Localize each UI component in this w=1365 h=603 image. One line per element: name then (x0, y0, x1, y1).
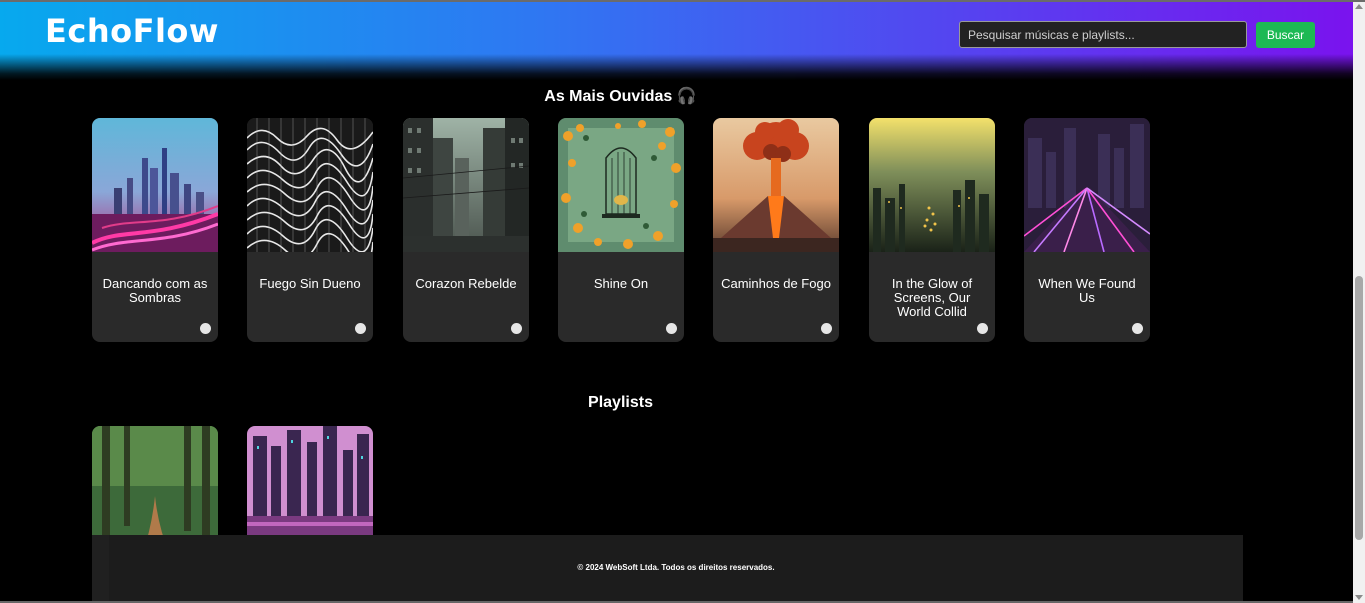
song-card[interactable]: Caminhos de Fogo (713, 118, 839, 342)
song-cover-image (713, 118, 839, 252)
scroll-down-arrow-icon[interactable] (1355, 595, 1363, 600)
copyright-text: © 2024 WebSoft Ltda. Todos os direitos r… (577, 563, 775, 572)
song-card[interactable]: Dancando com as Sombras (92, 118, 218, 342)
playlists-title: Playlists (588, 394, 653, 411)
song-card[interactable]: Shine On (558, 118, 684, 342)
search-input[interactable] (959, 21, 1247, 48)
play-button-icon[interactable] (511, 323, 522, 334)
vertical-scrollbar[interactable] (1353, 2, 1365, 603)
scrollbar-thumb[interactable] (1355, 276, 1363, 540)
song-card[interactable]: When We Found Us (1024, 118, 1150, 342)
song-cover-image (558, 118, 684, 252)
play-button-icon[interactable] (1132, 323, 1143, 334)
play-button-icon[interactable] (821, 323, 832, 334)
song-title: When We Found Us (1038, 276, 1136, 305)
play-button-icon[interactable] (355, 323, 366, 334)
song-title: Shine On (593, 276, 649, 291)
scroll-up-arrow-icon[interactable] (1355, 4, 1363, 9)
site-logo[interactable]: EchoFlow (45, 12, 219, 50)
site-header: EchoFlow Buscar (0, 2, 1353, 80)
song-title: Caminhos de Fogo (721, 276, 831, 291)
song-cover-image (1024, 118, 1150, 252)
song-cover-image (92, 118, 218, 252)
song-cover-image (869, 118, 995, 252)
song-title: Fuego Sin Dueno (259, 276, 361, 291)
song-card[interactable]: Fuego Sin Dueno (247, 118, 373, 342)
search-button[interactable]: Buscar (1256, 22, 1315, 48)
song-card[interactable]: In the Glow of Screens, Our World Collid (869, 118, 995, 342)
site-footer: © 2024 WebSoft Ltda. Todos os direitos r… (109, 535, 1243, 603)
song-title: Corazon Rebelde (415, 276, 517, 291)
play-button-icon[interactable] (666, 323, 677, 334)
song-cover-image (403, 118, 529, 252)
song-cover-image (247, 118, 373, 252)
song-title: In the Glow of Screens, Our World Collid (891, 276, 973, 319)
top-songs-title: As Mais Ouvidas 🎧 (544, 88, 697, 105)
song-title: Dancando com as Sombras (102, 276, 208, 305)
footer-side-strip (92, 535, 109, 603)
song-card[interactable]: Corazon Rebelde (403, 118, 529, 342)
play-button-icon[interactable] (200, 323, 211, 334)
play-button-icon[interactable] (977, 323, 988, 334)
